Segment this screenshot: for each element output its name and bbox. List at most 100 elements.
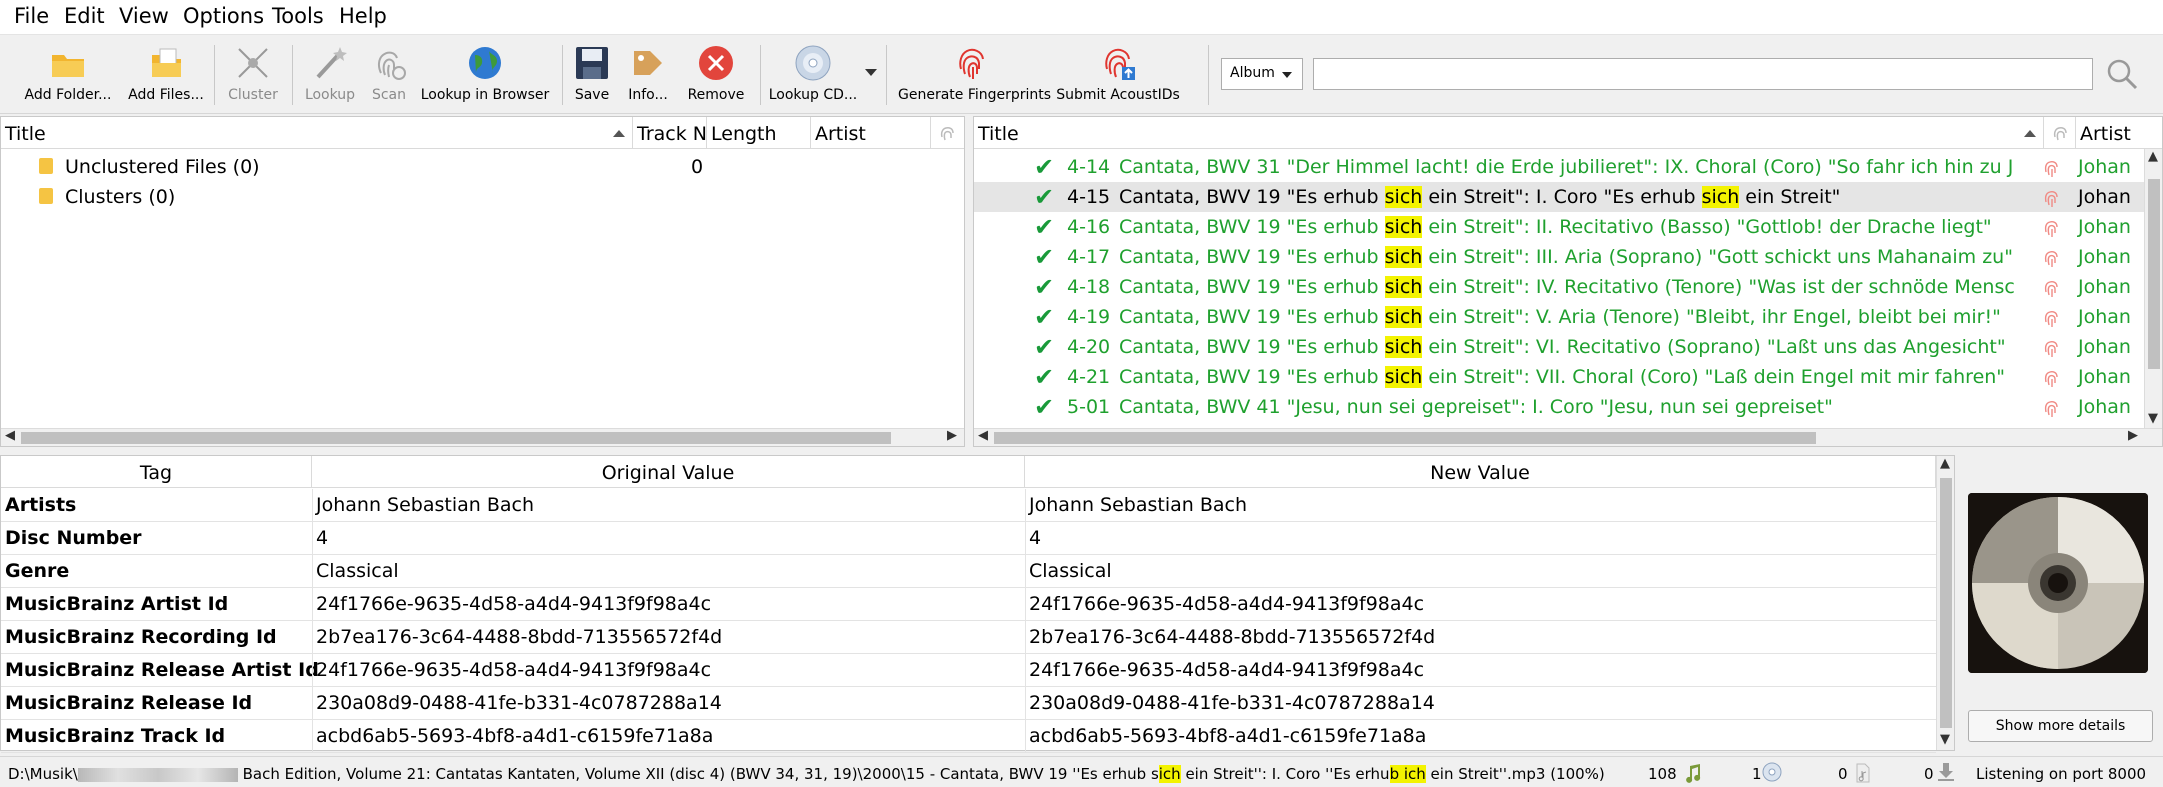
menu-tools[interactable]: Tools	[272, 4, 324, 28]
scrollbar-thumb[interactable]	[994, 432, 1816, 444]
download-icon	[1938, 763, 1954, 781]
column-header-fingerprint[interactable]	[2044, 117, 2076, 149]
column-header-tag[interactable]: Tag	[1, 456, 312, 488]
metadata-row[interactable]: MusicBrainz Release Id 230a08d9-0488-41fe…	[1, 687, 1936, 720]
add-files-icon	[152, 48, 181, 77]
scroll-right-icon[interactable]: ▶	[947, 428, 957, 443]
search-icon[interactable]	[2105, 57, 2139, 91]
right-horizontal-scrollbar[interactable]: ◀ ▶	[974, 428, 2162, 446]
info-button[interactable]: Info...	[620, 43, 676, 109]
track-artist: Johan	[2078, 396, 2131, 418]
column-header-length[interactable]: Length	[707, 117, 811, 149]
fingerprint-icon[interactable]	[2042, 368, 2060, 388]
status-pending-requests: 0	[1924, 765, 1934, 783]
remove-button[interactable]: Remove	[686, 43, 746, 109]
scan-button[interactable]: Scan	[362, 43, 416, 109]
track-title-text: Cantata, BWV 19 "Es erhub	[1119, 366, 1385, 388]
metadata-row[interactable]: MusicBrainz Release Artist Id 24f1766e-96…	[1, 654, 1936, 687]
cluster-button[interactable]: Cluster	[222, 43, 284, 109]
floppy-disk-icon	[576, 47, 608, 79]
path-end: ein Streit''.mp3 (100%)	[1425, 765, 1605, 783]
track-number: 4-19	[1067, 306, 1111, 328]
cover-art[interactable]	[1968, 493, 2148, 673]
menu-edit[interactable]: Edit	[64, 4, 105, 28]
column-divider	[1025, 588, 1026, 621]
track-row[interactable]: ✔ 4-17 Cantata, BWV 19 "Es erhub sich ein …	[974, 242, 2162, 272]
track-artist: Johan	[2078, 306, 2131, 328]
column-header-title[interactable]: Title	[974, 117, 2044, 149]
track-row[interactable]: ✔ 4-19 Cantata, BWV 19 "Es erhub sich ein …	[974, 302, 2162, 332]
column-header-original-value-label: Original Value	[601, 462, 735, 484]
tree-item-clusters[interactable]: Clusters (0)	[1, 182, 964, 212]
scrollbar-thumb[interactable]	[2148, 179, 2160, 369]
column-header-artist[interactable]: Artist	[2076, 117, 2162, 149]
track-row[interactable]: ✔ 4-14 Cantata, BWV 31 "Der Himmel lacht! …	[974, 152, 2162, 182]
tree-item-label: Unclustered Files (0)	[65, 156, 260, 178]
column-header-fingerprint[interactable]	[931, 117, 964, 149]
track-title-text: ein Streit": V. Aria (Tenore) "Bleibt, i…	[1422, 306, 2001, 328]
metadata-vertical-scrollbar[interactable]: ▲ ▼	[1936, 456, 1954, 750]
fingerprint-icon[interactable]	[2042, 248, 2060, 268]
fingerprint-icon[interactable]	[2042, 218, 2060, 238]
left-horizontal-scrollbar[interactable]: ◀ ▶	[1, 428, 964, 446]
search-type-select[interactable]: Album	[1221, 58, 1303, 90]
lookup-cd-dropdown-icon[interactable]	[865, 69, 877, 76]
tree-item-unclustered-files[interactable]: Unclustered Files (0) 0	[1, 152, 964, 182]
lookup-button[interactable]: Lookup	[298, 43, 362, 109]
track-row[interactable]: ✔ 4-20 Cantata, BWV 19 "Es erhub sich ein …	[974, 332, 2162, 362]
track-row[interactable]: ✔ 4-21 Cantata, BWV 19 "Es erhub sich ein …	[974, 362, 2162, 392]
scroll-left-icon[interactable]: ◀	[5, 428, 15, 443]
metadata-row[interactable]: MusicBrainz Artist Id 24f1766e-9635-4d58-…	[1, 588, 1936, 621]
submit-acoustids-button[interactable]: Submit AcoustIDs	[1056, 43, 1180, 109]
scroll-right-icon[interactable]: ▶	[2128, 428, 2138, 443]
scrollbar-thumb[interactable]	[1940, 478, 1952, 728]
lookup-in-browser-button[interactable]: Lookup in Browser	[420, 43, 550, 109]
column-header-artist[interactable]: Artist	[811, 117, 931, 149]
track-row[interactable]: ✔ 5-01 Cantata, BWV 41 "Jesu, nun sei gepr…	[974, 392, 2162, 422]
fingerprint-icon[interactable]	[2042, 398, 2060, 418]
column-header-artist-label: Artist	[2080, 123, 2131, 145]
column-divider	[1025, 720, 1026, 753]
fingerprint-icon[interactable]	[2042, 188, 2060, 208]
metadata-row[interactable]: Disc Number 4 4	[1, 522, 1936, 555]
right-vertical-scrollbar[interactable]: ▲ ▼	[2144, 149, 2162, 428]
track-row[interactable]: ✔ 4-15 Cantata, BWV 19 "Es erhub sich ein …	[974, 182, 2162, 212]
scroll-left-icon[interactable]: ◀	[978, 428, 988, 443]
metadata-tag-name: Artists	[5, 494, 77, 516]
show-more-details-button[interactable]: Show more details	[1968, 710, 2153, 742]
fingerprint-icon[interactable]	[2042, 278, 2060, 298]
menu-file[interactable]: File	[14, 4, 49, 28]
track-row[interactable]: ✔ 4-18 Cantata, BWV 19 "Es erhub sich ein …	[974, 272, 2162, 302]
column-header-track-label: Track N	[637, 123, 707, 145]
menu-help[interactable]: Help	[339, 4, 387, 28]
track-title-text: ein Streit": IV. Recitativo (Tenore) "Wa…	[1422, 276, 2014, 298]
scroll-down-icon[interactable]: ▼	[1940, 732, 1950, 747]
column-header-title[interactable]: Title	[1, 117, 633, 149]
save-button[interactable]: Save	[568, 43, 616, 109]
metadata-row[interactable]: Artists Johann Sebastian Bach Johann Sebas…	[1, 489, 1936, 522]
search-input[interactable]	[1313, 58, 2093, 90]
add-files-button[interactable]: Add Files...	[126, 43, 206, 109]
fingerprint-icon[interactable]	[2042, 308, 2060, 328]
metadata-new-value: acbd6ab5-5693-4bf8-a4d1-c6159fe71a8a	[1029, 725, 1427, 747]
column-divider	[1025, 522, 1026, 555]
track-title: Cantata, BWV 19 "Es erhub sich ein Strei…	[1119, 306, 2014, 328]
menu-view[interactable]: View	[119, 4, 169, 28]
track-row[interactable]: ✔ 4-16 Cantata, BWV 19 "Es erhub sich ein …	[974, 212, 2162, 242]
add-folder-button[interactable]: Add Folder...	[22, 43, 114, 109]
metadata-row[interactable]: Genre Classical Classical	[1, 555, 1936, 588]
fingerprint-icon[interactable]	[2042, 158, 2060, 178]
column-header-track-number[interactable]: Track N	[633, 117, 707, 149]
lookup-cd-button[interactable]: Lookup CD...	[768, 43, 858, 109]
scroll-up-icon[interactable]: ▲	[2148, 149, 2158, 164]
menu-options[interactable]: Options	[183, 4, 264, 28]
scroll-up-icon[interactable]: ▲	[1940, 456, 1950, 471]
generate-fingerprints-button[interactable]: Generate Fingerprints	[898, 43, 1051, 109]
fingerprint-icon[interactable]	[2042, 338, 2060, 358]
scrollbar-thumb[interactable]	[21, 432, 891, 444]
column-header-new-value[interactable]: New Value	[1025, 456, 1936, 488]
metadata-row[interactable]: MusicBrainz Track Id acbd6ab5-5693-4bf8-a…	[1, 720, 1936, 753]
metadata-row[interactable]: MusicBrainz Recording Id 2b7ea176-3c64-44…	[1, 621, 1936, 654]
scroll-down-icon[interactable]: ▼	[2148, 411, 2158, 426]
column-header-original-value[interactable]: Original Value	[312, 456, 1025, 488]
